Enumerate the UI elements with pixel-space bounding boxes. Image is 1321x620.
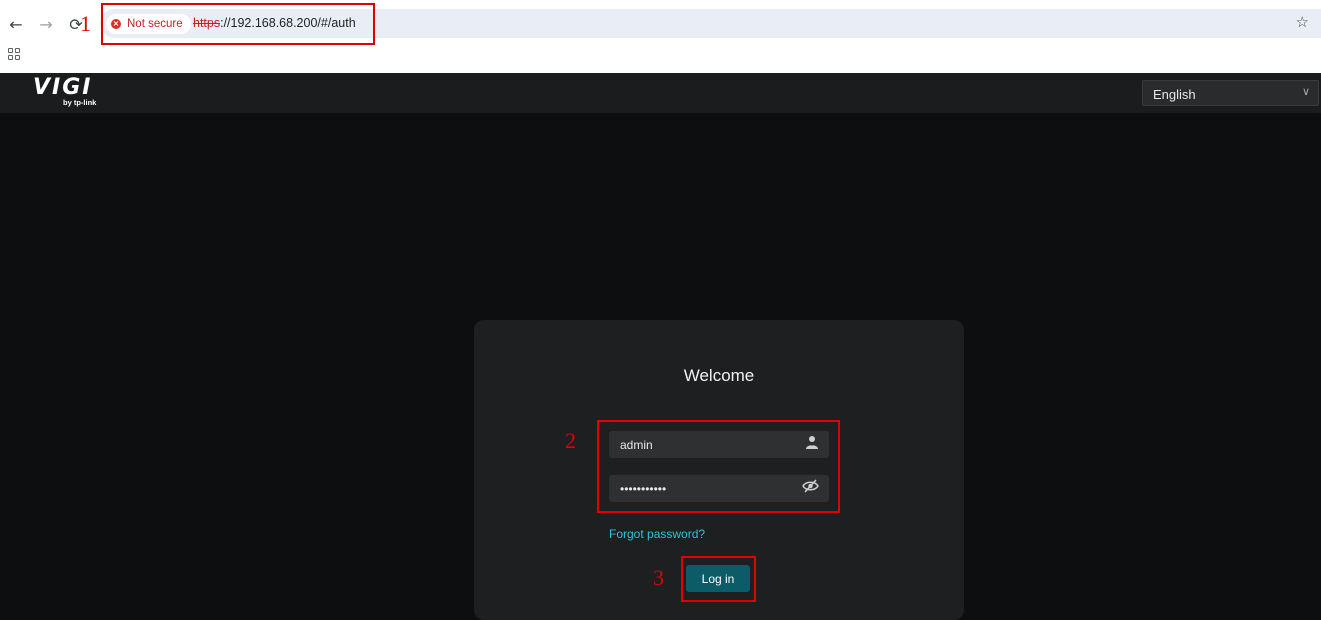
language-select[interactable]: English ∨	[1142, 80, 1319, 106]
back-button[interactable]: ←	[5, 13, 27, 35]
password-input[interactable]	[609, 475, 799, 502]
login-button[interactable]: Log in	[686, 565, 750, 592]
password-field[interactable]	[609, 475, 829, 502]
url-text[interactable]: https://192.168.68.200/#/auth	[193, 16, 356, 30]
language-value: English	[1153, 87, 1196, 102]
vigi-logo: VIGI by tp-link	[33, 75, 97, 108]
logo-main-text: VIGI	[33, 75, 93, 100]
chevron-down-icon: ∨	[1301, 85, 1310, 98]
forgot-password-link[interactable]: Forgot password?	[609, 527, 705, 541]
username-input[interactable]	[609, 431, 799, 458]
logo-sub-text: by tp-link	[63, 98, 97, 107]
browser-toolbar: ← → ⟳ × Not secure https://192.168.68.20…	[0, 0, 1321, 73]
login-card: Welcome Forgot password? Log in	[474, 320, 964, 620]
username-field[interactable]	[609, 431, 829, 458]
annotation-number-2: 2	[565, 428, 576, 453]
apps-grid-icon[interactable]	[8, 48, 20, 60]
forward-button[interactable]: →	[35, 13, 57, 35]
security-chip[interactable]: × Not secure	[106, 14, 191, 34]
warning-icon: ×	[111, 19, 121, 29]
welcome-title: Welcome	[683, 366, 755, 385]
url-scheme: https	[193, 16, 221, 30]
security-chip-label: Not secure	[127, 18, 183, 30]
bookmark-star-icon[interactable]: ☆	[1296, 13, 1309, 31]
url-path: ://192.168.68.200/#/auth	[220, 16, 356, 30]
user-icon	[805, 435, 819, 454]
eye-slash-icon[interactable]	[802, 479, 819, 497]
app-header: VIGI by tp-link English ∨	[0, 73, 1321, 113]
annotation-number-1: 1	[80, 11, 91, 36]
annotation-number-3: 3	[653, 565, 664, 590]
